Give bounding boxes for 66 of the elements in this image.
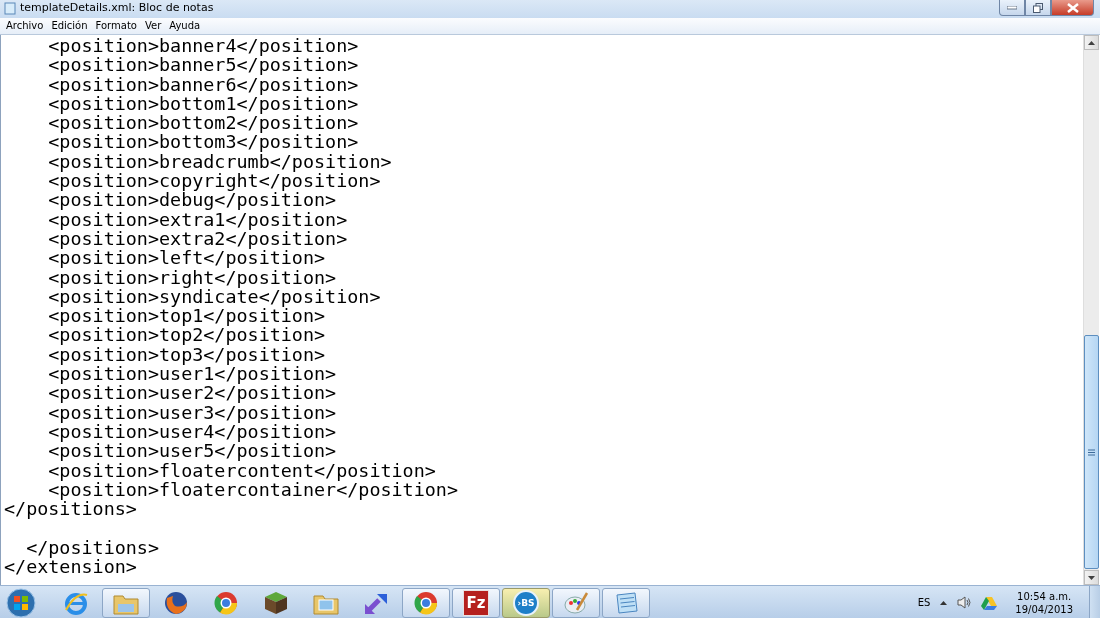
close-icon bbox=[1066, 2, 1079, 13]
text-line: <position>floatercontainer</position> bbox=[48, 479, 458, 500]
text-line: <position>user1</position> bbox=[47, 364, 337, 384]
start-button[interactable] bbox=[4, 586, 38, 618]
menu-item[interactable]: Ayuda bbox=[165, 18, 205, 34]
taskbar-button[interactable]: ›BS bbox=[502, 587, 550, 618]
notepad-icon bbox=[613, 590, 639, 615]
letter-disc-icon: ›BS bbox=[513, 589, 539, 616]
show-hidden-icons-icon[interactable] bbox=[940, 600, 948, 605]
triangle-drive-icon[interactable] bbox=[981, 595, 998, 610]
text-line: <position>user3</position> bbox=[47, 402, 337, 422]
start-orb-icon bbox=[6, 587, 36, 618]
text-line: <position>extra2</position> bbox=[47, 228, 348, 249]
close-button[interactable] bbox=[1051, 0, 1094, 16]
text-line: </positions> bbox=[26, 537, 159, 557]
text-line: <position>user4</position> bbox=[47, 421, 337, 442]
grip-icon bbox=[1088, 448, 1095, 456]
text-line: <position>debug</position> bbox=[47, 190, 337, 210]
minimize-button[interactable] bbox=[999, 0, 1025, 16]
window-title: templateDetails.xml: Bloc de notas bbox=[20, 0, 214, 16]
scroll-thumb[interactable] bbox=[1084, 335, 1099, 569]
text-line: <position>banner4</position> bbox=[47, 36, 359, 56]
vertical-scrollbar[interactable] bbox=[1083, 35, 1099, 585]
taskbar-button[interactable]: Fz bbox=[452, 587, 500, 618]
cube-icon bbox=[263, 589, 289, 616]
text-line: <position>syndicate</position> bbox=[47, 286, 381, 307]
text-line: <position>top3</position> bbox=[47, 344, 326, 365]
menu-item[interactable]: Ver bbox=[140, 18, 166, 34]
text-line: <position>banner5</position> bbox=[47, 55, 359, 75]
ring-globe-icon bbox=[213, 589, 239, 616]
text-line: <position>breadcrumb</position> bbox=[47, 151, 392, 172]
notepad-icon bbox=[4, 1, 16, 15]
speaker-icon[interactable] bbox=[957, 596, 972, 609]
scroll-up-button[interactable] bbox=[1084, 35, 1099, 50]
clock-date: 19/04/2013 bbox=[1015, 602, 1073, 616]
ring-globe-icon bbox=[413, 589, 439, 616]
down-arrow-icon bbox=[1088, 575, 1095, 580]
restore-button[interactable] bbox=[1025, 0, 1051, 16]
text-line: <position>bottom2</position> bbox=[47, 113, 359, 133]
language-indicator[interactable]: ES bbox=[917, 597, 931, 608]
menu-item[interactable]: Archivo bbox=[2, 18, 48, 34]
text-line: <position>right</position> bbox=[47, 267, 337, 287]
text-line: <position>bottom1</position> bbox=[47, 93, 359, 114]
text-line: <position>user2</position> bbox=[47, 383, 337, 403]
text-line: <position>left</position> bbox=[47, 248, 326, 268]
text-line: <position>copyright</position> bbox=[47, 171, 381, 191]
scroll-down-button[interactable] bbox=[1084, 570, 1099, 585]
text-line: </extension> bbox=[4, 557, 137, 577]
clock[interactable]: 10:54 a.m. 19/04/2013 bbox=[1015, 589, 1073, 616]
text-line: <position>floatercontent</position> bbox=[47, 460, 436, 480]
taskbar-button[interactable] bbox=[402, 587, 450, 618]
text-line: </positions> bbox=[4, 499, 137, 519]
letter-tile-icon: Fz bbox=[463, 589, 489, 616]
text-line: <position>extra1</position> bbox=[47, 209, 348, 229]
clock-time: 10:54 a.m. bbox=[1017, 589, 1072, 603]
minimize-icon bbox=[1007, 5, 1017, 10]
menu-item[interactable]: Edición bbox=[47, 18, 92, 34]
restore-icon bbox=[1033, 2, 1043, 13]
fox-globe-icon bbox=[163, 589, 189, 616]
text-line: <position>top1</position> bbox=[47, 306, 326, 326]
menu-item[interactable]: Formato bbox=[91, 18, 141, 34]
text-line: <position>banner6</position> bbox=[47, 74, 359, 94]
text-line: <position>user5</position> bbox=[47, 441, 337, 461]
text-line: <position>top2</position> bbox=[47, 325, 326, 345]
up-arrow-icon bbox=[1088, 40, 1095, 45]
text-line: <position>bottom3</position> bbox=[47, 132, 359, 152]
